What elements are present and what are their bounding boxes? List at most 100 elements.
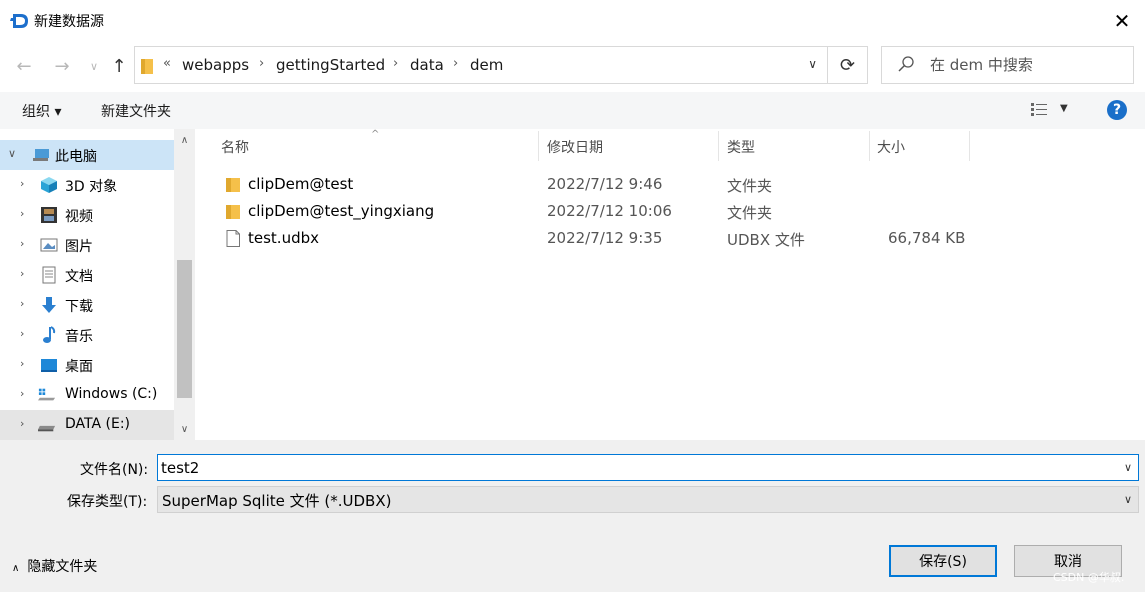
document-icon [42,266,56,284]
chevron-down-icon[interactable]: ∨ [8,147,16,160]
chevron-right-icon[interactable]: › [453,56,458,71]
scroll-down-button[interactable]: ∨ [174,420,195,438]
arrow-left-icon: ← [16,55,32,77]
help-icon[interactable]: ? [1107,100,1127,120]
hide-folders-toggle[interactable]: ∧ 隐藏文件夹 [12,556,97,576]
close-button[interactable]: ✕ [1099,0,1145,42]
filetype-label: 保存类型(T): [67,494,148,510]
forward-button[interactable]: → [50,54,74,78]
window-title: 新建数据源 [34,14,104,30]
refresh-button[interactable]: ⟳ [828,46,868,84]
tree-item-label: 音乐 [65,329,93,345]
scroll-up-button[interactable]: ∧ [174,131,195,149]
view-options-icon[interactable] [1031,103,1047,117]
back-button[interactable]: ← [12,54,36,78]
filename-label: 文件名(N): [80,462,149,478]
drive-e-icon [38,425,56,432]
file-name: clipDem@test [248,175,354,193]
new-folder-button[interactable]: 新建文件夹 [101,101,171,121]
chevron-right-icon[interactable]: › [20,177,24,190]
search-input[interactable] [930,47,1125,83]
filename-input[interactable] [161,455,1101,480]
navigation-pane: ∨ 此电脑 › 3D 对象 › 视频 › 图片 › 文档 › 下载 › 音乐 ›… [0,129,195,440]
tree-item-documents[interactable]: › 文档 [0,260,174,290]
tree-item-windows-c[interactable]: › Windows (C:) [0,380,174,410]
chevron-right-icon[interactable]: › [20,417,24,430]
address-bar[interactable]: « webapps › gettingStarted › data › dem … [134,46,828,84]
watermark: CSDN @华叔. [1053,571,1125,584]
save-button[interactable]: 保存(S) [889,545,997,577]
up-button[interactable]: ↑ [107,54,131,78]
overflow-icon[interactable]: « [163,56,171,71]
file-row[interactable]: test.udbx 2022/7/12 9:35 UDBX 文件 66,784 … [215,225,975,252]
search-box[interactable] [881,46,1134,84]
chevron-right-icon[interactable]: › [20,297,24,310]
filetype-select[interactable]: SuperMap Sqlite 文件 (*.UDBX) ∨ [157,486,1139,513]
column-header-name[interactable]: 名称 [221,129,249,163]
file-row[interactable]: clipDem@test 2022/7/12 9:46 文件夹 [215,171,975,198]
filename-field[interactable]: ∨ [157,454,1139,481]
save-form: 文件名(N): ∨ 保存类型(T): SuperMap Sqlite 文件 (*… [0,440,1145,592]
chevron-down-icon[interactable]: ∨ [1124,493,1132,506]
chevron-down-icon[interactable]: ∨ [1124,461,1132,474]
breadcrumb-webapps[interactable]: webapps [182,56,249,74]
column-header-date[interactable]: 修改日期 [547,129,603,163]
folder-icon [226,205,240,219]
tree-item-downloads[interactable]: › 下载 [0,290,174,320]
chevron-down-icon[interactable]: ∨ [808,57,817,71]
chevron-right-icon[interactable]: › [259,56,264,71]
view-dropdown-icon[interactable]: ▼ [1060,103,1068,114]
column-header-type[interactable]: 类型 [727,129,755,163]
tree-item-label: 桌面 [65,359,93,375]
column-divider[interactable] [718,131,719,161]
chevron-right-icon[interactable]: › [20,267,24,280]
tree-item-label: DATA (E:) [65,416,131,432]
tree-item-pictures[interactable]: › 图片 [0,230,174,260]
file-name: test.udbx [248,229,320,247]
file-type: 文件夹 [727,177,773,195]
hide-folders-label: 隐藏文件夹 [27,559,98,575]
file-type: UDBX 文件 [727,231,805,249]
chevron-right-icon[interactable]: › [20,207,24,220]
navigation-bar: ← → ∨ ↑ « webapps › gettingStarted › dat… [0,42,1145,88]
breadcrumb-gettingstarted[interactable]: gettingStarted [276,56,385,74]
column-divider[interactable] [969,131,970,161]
file-date: 2022/7/12 9:46 [547,175,663,193]
tree-item-3d-objects[interactable]: › 3D 对象 [0,170,174,200]
organize-button[interactable]: 组织 ▾ [22,101,61,121]
scroll-thumb[interactable] [177,260,192,398]
arrow-up-icon: ↑ [111,55,127,77]
chevron-up-icon: ∧ [180,134,189,146]
file-type: 文件夹 [727,204,773,222]
tree-item-data-e[interactable]: › DATA (E:) [0,410,174,440]
column-divider[interactable] [538,131,539,161]
file-row[interactable]: clipDem@test_yingxiang 2022/7/12 10:06 文… [215,198,975,225]
chevron-right-icon[interactable]: › [20,237,24,250]
recent-locations-button[interactable]: ∨ [82,54,106,78]
filetype-value: SuperMap Sqlite 文件 (*.UDBX) [162,492,392,510]
tree-item-label: 此电脑 [55,149,97,165]
tree-item-music[interactable]: › 音乐 [0,320,174,350]
chevron-right-icon[interactable]: › [20,387,24,400]
tree-item-label: 图片 [65,239,93,255]
folder-icon [141,59,153,74]
tree-item-this-pc[interactable]: ∨ 此电脑 [0,140,174,170]
chevron-right-icon[interactable]: › [393,56,398,71]
tree-item-videos[interactable]: › 视频 [0,200,174,230]
file-list: ^ 名称 修改日期 类型 大小 clipDem@test 2022/7/12 9… [195,129,1145,440]
chevron-right-icon[interactable]: › [20,327,24,340]
tree-item-desktop[interactable]: › 桌面 [0,350,174,380]
title-bar: 新建数据源 ✕ [0,0,1145,42]
chevron-right-icon[interactable]: › [20,357,24,370]
computer-icon [33,149,49,161]
column-header-size[interactable]: 大小 [877,129,905,163]
chevron-down-icon: ∨ [180,423,189,435]
file-date: 2022/7/12 9:35 [547,229,663,247]
breadcrumb-data[interactable]: data [410,56,444,74]
breadcrumb-dem[interactable]: dem [470,56,503,74]
file-size: 66,784 KB [888,229,966,247]
search-icon [898,56,914,72]
navigation-scrollbar[interactable]: ∧ ∨ [174,129,195,440]
tree-item-label: Windows (C:) [65,386,158,402]
column-divider[interactable] [869,131,870,161]
